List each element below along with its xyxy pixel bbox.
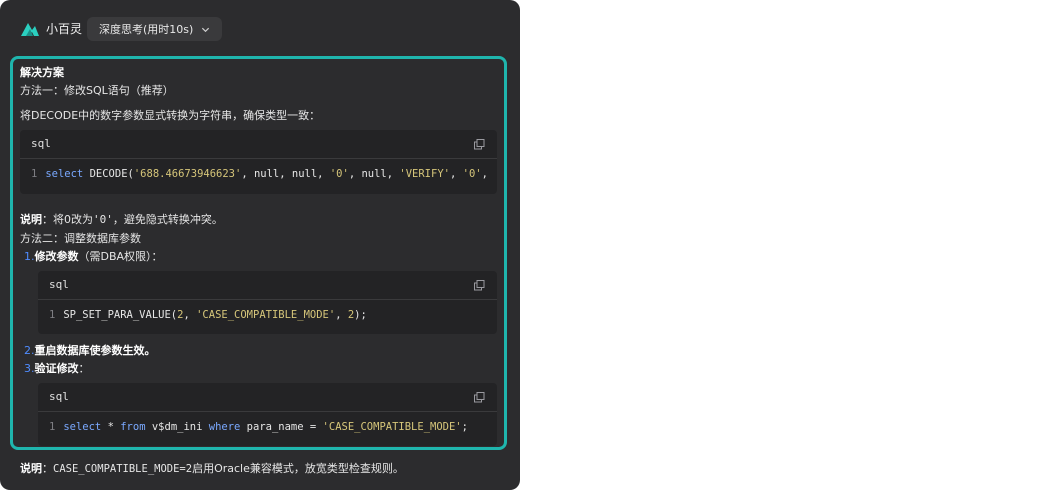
sql-text: v$dm_ini: [145, 421, 209, 433]
method1-description: 将DECODE中的数字参数显式转换为字符串，确保类型一致：: [20, 109, 321, 122]
step-text: ：: [78, 362, 90, 375]
step-bold: 修改参数: [34, 250, 79, 263]
note-text: 启用Oracle兼容模式，放宽类型检查规则。: [192, 462, 404, 475]
bird-logo-icon: [21, 23, 39, 36]
copy-icon[interactable]: [474, 280, 485, 291]
copy-icon[interactable]: [474, 392, 485, 403]
note-code: CASE_COMPATIBLE_MODE=2: [53, 463, 193, 475]
sql-function: DECODE(: [89, 168, 134, 180]
note-text: ：: [42, 462, 53, 475]
note-text: ，避免隐式转换冲突。: [112, 213, 223, 226]
deep-thinking-label: 深度思考(用时10s): [99, 23, 194, 36]
solution-title: 解决方案: [20, 66, 64, 79]
step-bold: 验证修改: [34, 362, 79, 375]
code-block-header: sql: [38, 383, 497, 412]
code-block-header: sql: [20, 130, 497, 159]
chevron-down-icon: [202, 27, 210, 32]
sql-keyword: select: [63, 421, 102, 433]
sql-string: 'CASE_COMPATIBLE_MODE': [322, 421, 462, 433]
code-block-header: sql: [38, 271, 497, 300]
step-3: 3.验证修改：: [24, 361, 90, 376]
copy-icon[interactable]: [474, 139, 485, 150]
step-number: 3.: [24, 362, 35, 375]
code-language-label: sql: [49, 278, 69, 291]
sql-text: ;: [461, 421, 468, 433]
step-2: 2.重启数据库使参数生效。: [24, 343, 156, 358]
app-name: 小百灵: [46, 22, 83, 36]
sql-keyword: where: [208, 421, 241, 433]
code-block-2: sql 1 SP_SET_PARA_VALUE(2, 'CASE_COMPATIB…: [38, 271, 497, 334]
sql-text: ,: [183, 309, 197, 321]
sql-text: para_name =: [240, 421, 323, 433]
note-text: ：将0改为: [42, 213, 93, 226]
code-block-3: sql 1 select * from v$dm_ini where para_n…: [38, 383, 497, 446]
sql-string: 'CASE_COMPATIBLE_MODE': [196, 309, 336, 321]
sql-string: '0': [462, 168, 482, 180]
response-header: 小百灵 深度思考(用时10s): [0, 0, 520, 56]
note-code: '0': [93, 213, 113, 226]
sql-text: *: [101, 421, 121, 433]
step-number: 1.: [24, 250, 35, 263]
solution-highlight-box: 解决方案 方法一：修改SQL语句（推荐） 将DECODE中的数字参数显式转换为字…: [10, 56, 507, 450]
method2-heading: 方法二：调整数据库参数: [20, 232, 141, 245]
note-label: 说明: [20, 462, 42, 475]
line-number: 1: [31, 168, 38, 180]
step-text: （需DBA权限）：: [78, 250, 163, 263]
code-language-label: sql: [49, 390, 69, 403]
sql-function: SP_SET_PARA_VALUE(: [63, 309, 178, 321]
footer-note: 说明：CASE_COMPATIBLE_MODE=2启用Oracle兼容模式，放宽…: [20, 461, 404, 477]
note-1: 说明：将0改为'0'，避免隐式转换冲突。: [20, 212, 223, 227]
sql-string: 'VERIFY': [399, 168, 450, 180]
sql-string: '688.46673946623': [133, 168, 242, 180]
sql-string: '0': [329, 168, 349, 180]
sql-text: ,: [335, 309, 348, 321]
sql-text: ,: [481, 168, 488, 180]
line-number: 1: [49, 421, 56, 433]
sql-text: , null,: [348, 168, 400, 180]
code-line: 1 select * from v$dm_ini where para_name …: [49, 421, 468, 433]
code-line: 1 SP_SET_PARA_VALUE(2, 'CASE_COMPATIBLE_M…: [49, 309, 367, 321]
note-label: 说明: [20, 213, 42, 226]
step-1: 1.修改参数（需DBA权限）：: [24, 249, 163, 264]
sql-keyword: select: [45, 168, 84, 180]
code-line: 1 select DECODE('688.46673946623', null, …: [31, 168, 488, 180]
step-number: 2.: [24, 344, 35, 357]
sql-text: ,: [449, 168, 463, 180]
method1-heading: 方法一：修改SQL语句（推荐）: [20, 84, 174, 97]
sql-text: , null, null,: [241, 168, 330, 180]
sql-text: );: [354, 309, 367, 321]
code-language-label: sql: [31, 137, 51, 150]
sql-keyword: from: [120, 421, 146, 433]
deep-thinking-toggle[interactable]: 深度思考(用时10s): [87, 17, 223, 41]
step-bold: 重启数据库使参数生效。: [34, 344, 156, 357]
line-number: 1: [49, 309, 56, 321]
chat-panel: 小百灵 深度思考(用时10s) 解决方案 方法一：修改SQL语句（推荐） 将DE…: [0, 0, 520, 490]
code-block-1: sql 1 select DECODE('688.46673946623', nu…: [20, 130, 497, 194]
